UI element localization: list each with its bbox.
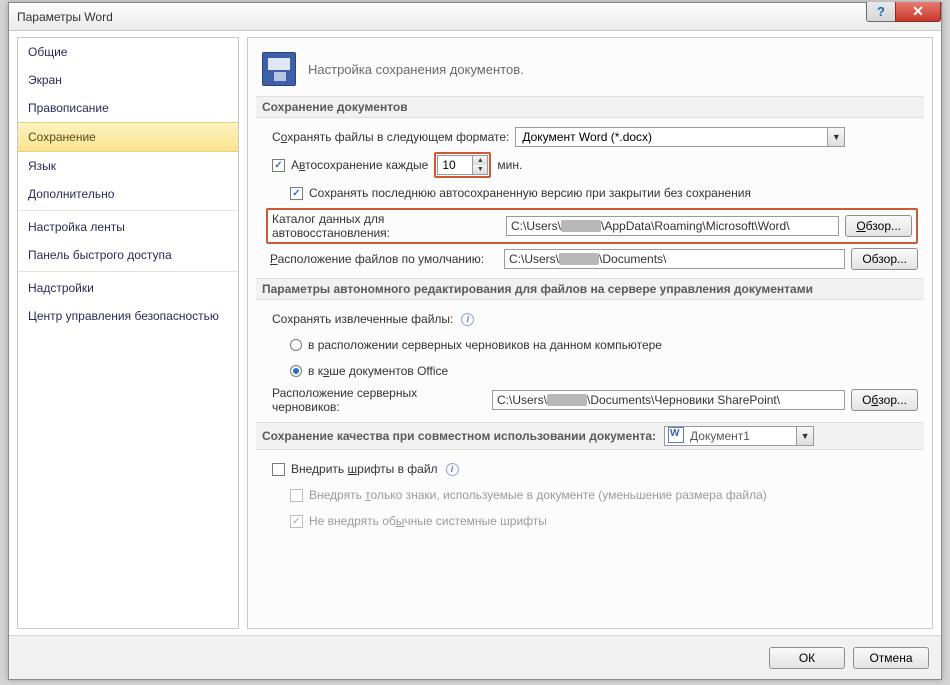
- radio-office-cache[interactable]: [290, 365, 302, 377]
- default-location-label: Расположение файлов по умолчанию:: [270, 252, 498, 266]
- info-icon[interactable]: i: [446, 463, 459, 476]
- spin-up-icon[interactable]: ▲: [473, 156, 487, 165]
- cancel-button[interactable]: Отмена: [853, 647, 929, 669]
- panel-heading: Настройка сохранения документов.: [308, 62, 524, 77]
- radio-server-label: в расположении серверных черновиков на д…: [308, 338, 662, 352]
- settings-panel: Настройка сохранения документов. Сохране…: [247, 37, 933, 629]
- chevron-down-icon: ▼: [827, 128, 844, 146]
- sidebar-item-language[interactable]: Язык: [18, 152, 238, 180]
- section-save-documents: Сохранение документов: [256, 96, 924, 118]
- ok-button[interactable]: ОК: [769, 647, 845, 669]
- quality-doc-combo[interactable]: Документ1 ▼: [664, 426, 814, 446]
- default-location-browse-button[interactable]: Обзор...: [851, 248, 918, 270]
- default-location-input[interactable]: C:\Users\\Documents\: [504, 249, 845, 269]
- autosave-checkbox[interactable]: ✓: [272, 159, 285, 172]
- titlebar[interactable]: Параметры Word ? ✕: [9, 3, 941, 31]
- sidebar-item-save[interactable]: Сохранение: [18, 122, 238, 152]
- keep-last-label: Сохранять последнюю автосохраненную верс…: [309, 186, 751, 200]
- sidebar-item-advanced[interactable]: Дополнительно: [18, 180, 238, 208]
- embed-only-used-checkbox: [290, 489, 303, 502]
- dialog-footer: ОК Отмена: [9, 635, 941, 679]
- embed-fonts-checkbox[interactable]: [272, 463, 285, 476]
- highlight-autorecover-row: Каталог данных для автовосстановления: C…: [266, 208, 918, 244]
- server-drafts-input[interactable]: C:\Users\\Documents\Черновики SharePoint…: [492, 390, 845, 410]
- window-title: Параметры Word: [17, 10, 113, 24]
- autorecover-path-label: Каталог данных для автовосстановления:: [272, 212, 500, 240]
- autosave-unit: мин.: [497, 158, 522, 172]
- info-icon[interactable]: i: [461, 313, 474, 326]
- sidebar-item-addins[interactable]: Надстройки: [18, 274, 238, 302]
- autosave-label: Автосохранение каждые: [291, 158, 428, 172]
- radio-server-location[interactable]: [290, 339, 302, 351]
- section-offline-editing: Параметры автономного редактирования для…: [256, 278, 924, 300]
- sidebar-item-trust[interactable]: Центр управления безопасностью: [18, 302, 238, 330]
- chevron-down-icon: ▼: [796, 427, 813, 445]
- radio-cache-label: в кэше документов Office: [308, 364, 448, 378]
- category-sidebar: Общие Экран Правописание Сохранение Язык…: [17, 37, 239, 629]
- skip-system-fonts-checkbox: ✓: [290, 515, 303, 528]
- sidebar-item-proofing[interactable]: Правописание: [18, 94, 238, 122]
- autorecover-browse-button[interactable]: Обзор...: [845, 215, 912, 237]
- save-icon: [262, 52, 296, 86]
- help-button[interactable]: ?: [866, 2, 896, 22]
- sidebar-item-qat[interactable]: Панель быстрого доступа: [18, 241, 238, 269]
- options-dialog: Параметры Word ? ✕ Общие Экран Правописа…: [8, 2, 942, 680]
- sidebar-item-ribbon[interactable]: Настройка ленты: [18, 213, 238, 241]
- section-sharing-quality: Сохранение качества при совместном испол…: [256, 422, 924, 450]
- save-format-combo[interactable]: Документ Word (*.docx) ▼: [515, 127, 845, 147]
- embed-only-used-label: Внедрять только знаки, используемые в до…: [309, 488, 767, 502]
- save-format-label: Сохранять файлы в следующем формате:: [272, 130, 509, 144]
- embed-fonts-label: Внедрить шрифты в файл: [291, 462, 438, 476]
- spin-down-icon[interactable]: ▼: [473, 165, 487, 174]
- close-button[interactable]: ✕: [895, 2, 941, 22]
- skip-system-fonts-label: Не внедрять обычные системные шрифты: [309, 514, 547, 528]
- save-extracted-label: Сохранять извлеченные файлы:: [272, 312, 453, 326]
- keep-last-checkbox[interactable]: ✓: [290, 187, 303, 200]
- server-drafts-label: Расположение серверных черновиков:: [272, 386, 486, 414]
- autosave-minutes-spin[interactable]: 10 ▲▼: [437, 155, 488, 175]
- highlight-autosave-spin: 10 ▲▼: [434, 152, 491, 178]
- server-drafts-browse-button[interactable]: Обзор...: [851, 389, 918, 411]
- sidebar-item-display[interactable]: Экран: [18, 66, 238, 94]
- document-icon: [668, 427, 684, 443]
- autorecover-path-input[interactable]: C:\Users\\AppData\Roaming\Microsoft\Word…: [506, 216, 839, 236]
- sidebar-item-general[interactable]: Общие: [18, 38, 238, 66]
